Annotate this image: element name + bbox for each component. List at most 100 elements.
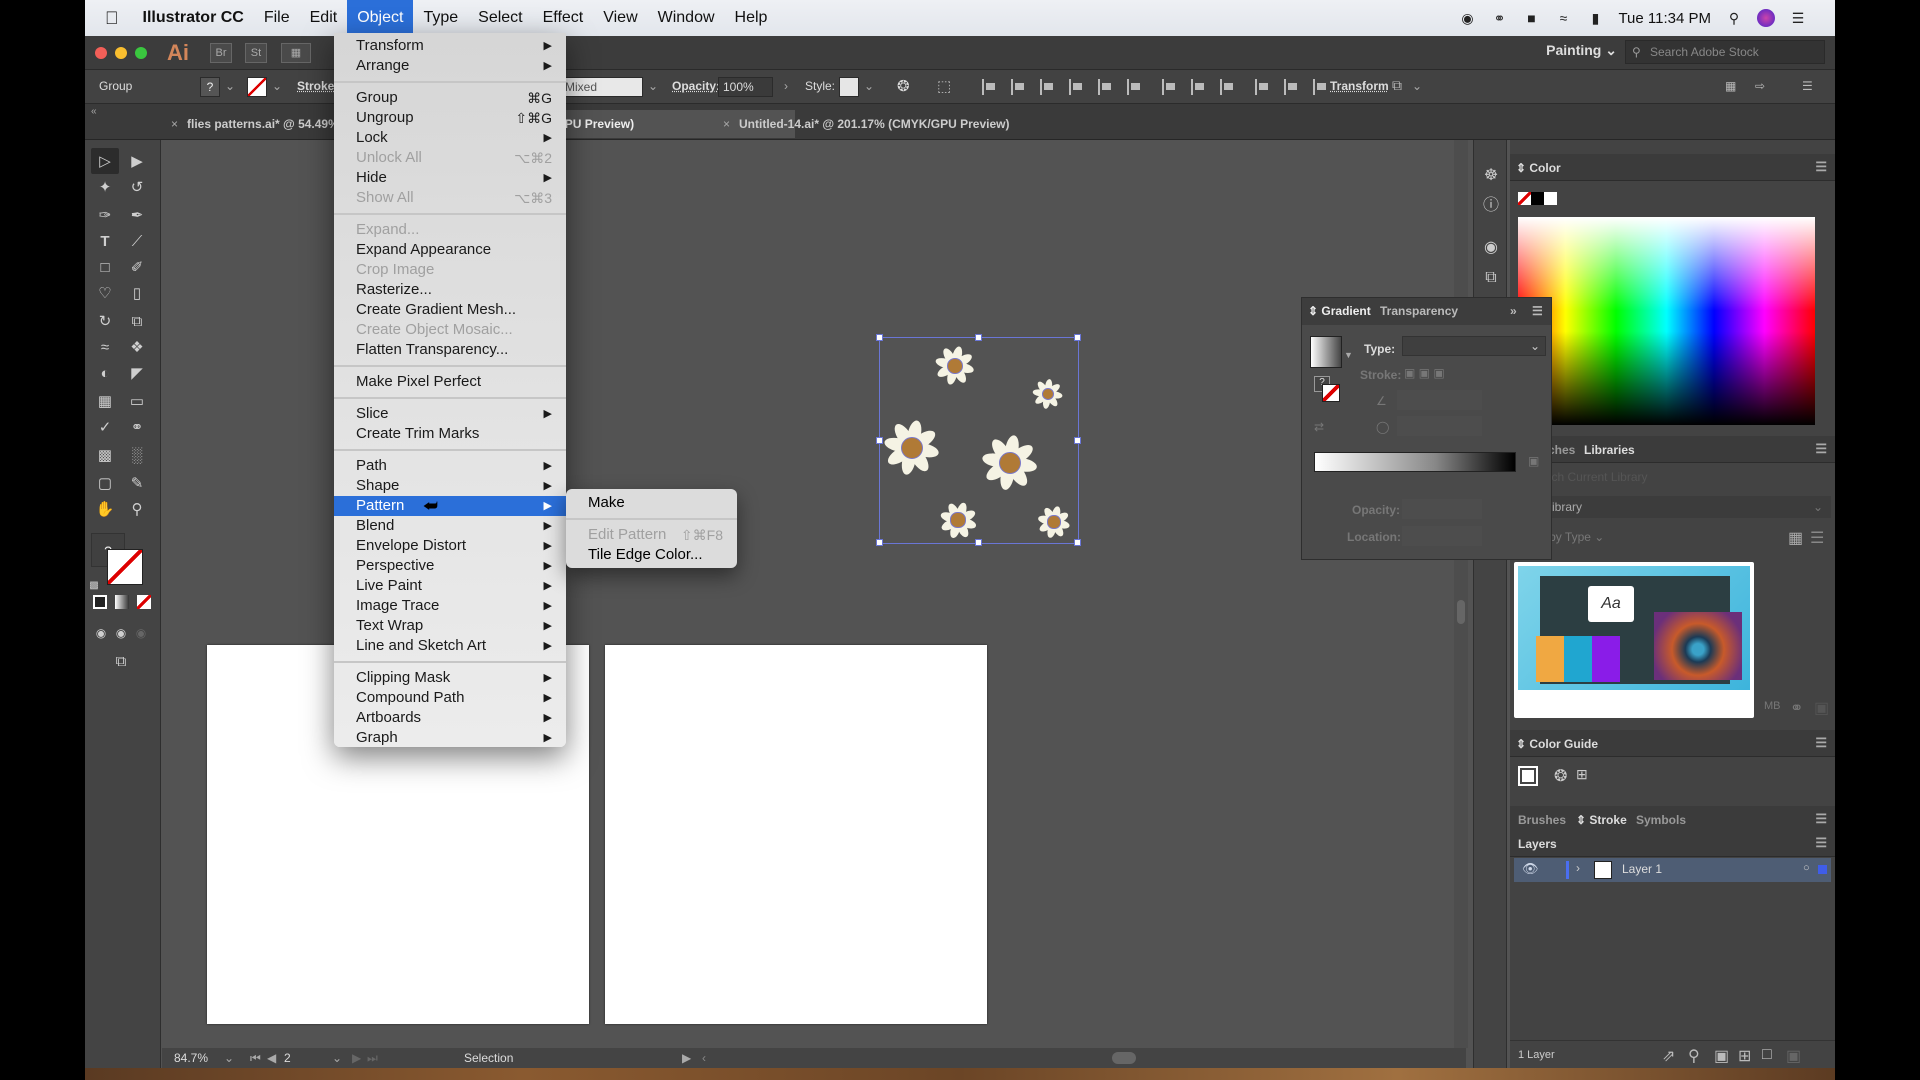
chevron-down-icon[interactable]: ⌄ (272, 79, 282, 93)
selection-handle[interactable] (1074, 436, 1081, 444)
opacity-field[interactable]: 100% (718, 77, 773, 97)
vertical-scrollbar[interactable] (1454, 140, 1468, 1048)
selection-handle[interactable] (1074, 539, 1081, 546)
menu-item-arrange[interactable]: Arrange ▶ (334, 56, 566, 76)
puppet-warp-tool-icon[interactable]: ❖ (123, 334, 151, 360)
tab-brushes[interactable]: Brushes (1518, 813, 1566, 827)
zoom-level-field[interactable]: 84.7% (174, 1051, 208, 1065)
arrange-documents-icon[interactable]: ▦ (281, 43, 311, 63)
close-tab-icon[interactable]: × (723, 110, 730, 138)
white-color-swatch[interactable] (1544, 192, 1557, 205)
properties-icon[interactable]: ☸ (1481, 166, 1501, 186)
menu-item-expand[interactable]: Expand... (334, 220, 566, 240)
selection-handle[interactable] (876, 539, 883, 546)
direct-selection-tool-icon[interactable]: ▶ (123, 148, 151, 174)
align-top-icon[interactable] (1069, 79, 1083, 95)
minimize-window-button[interactable] (115, 47, 127, 59)
horizontal-scrollbar-thumb[interactable] (1112, 1052, 1136, 1064)
last-artboard-icon[interactable]: ⏭ (367, 1051, 378, 1066)
menu-item-shape[interactable]: Shape ▶ (334, 476, 566, 496)
transform-panel-icon[interactable]: ⧉ (1481, 268, 1501, 288)
list-view-icon[interactable]: ☰ (1810, 528, 1824, 548)
clock[interactable]: Tue 11:34 PM (1618, 10, 1711, 27)
distribute-left-icon[interactable] (1255, 79, 1269, 95)
control-bar-menu-icon[interactable]: ☰ (1802, 79, 1813, 93)
library-onboarding-card[interactable]: Aa (1514, 562, 1754, 718)
expand-layer-icon[interactable]: › (1576, 861, 1580, 875)
recolor-artwork-icon[interactable]: ❂ (897, 77, 910, 95)
panel-menu-icon[interactable]: ☰ (1532, 304, 1543, 318)
zoom-tool-icon[interactable]: ⚲ (123, 496, 151, 522)
shape-builder-tool-icon[interactable]: ◐ (91, 360, 119, 386)
slice-tool-icon[interactable]: ✎ (123, 470, 151, 496)
gradient-type-dropdown[interactable]: ⌄ (1402, 336, 1546, 356)
stroke-indicator[interactable] (1322, 384, 1340, 402)
fill-swatch[interactable]: ? (200, 77, 220, 97)
perspective-grid-tool-icon[interactable]: ◤ (123, 360, 151, 386)
save-color-group-icon[interactable]: ⊞ (1576, 766, 1588, 783)
library-dropdown[interactable]: My Library ⌄ (1514, 496, 1831, 518)
arrange-grid-icon[interactable]: ▦ (1725, 79, 1736, 93)
siri-icon[interactable] (1757, 9, 1775, 27)
chevron-down-icon[interactable]: ▼ (1344, 350, 1353, 360)
spotlight-search-icon[interactable]: ⚲ (1725, 9, 1743, 27)
distribute-horizontal-center-icon[interactable] (1284, 79, 1298, 95)
menu-window[interactable]: Window (648, 0, 725, 36)
new-layer-icon[interactable]: □ (1762, 1046, 1772, 1064)
panel-menu-icon[interactable]: ☰ (1815, 159, 1827, 175)
chevron-down-icon[interactable]: ⌄ (225, 79, 235, 93)
chevron-down-icon[interactable]: ⌄ (332, 1051, 342, 1065)
align-vertical-center-icon[interactable] (1098, 79, 1112, 95)
scrollbar-thumb[interactable] (1457, 600, 1465, 624)
menu-item-pattern[interactable]: Pattern ▶ (334, 496, 566, 516)
info-icon[interactable]: ⓘ (1481, 196, 1501, 216)
tab-libraries[interactable]: Libraries (1584, 443, 1635, 457)
align-to-selection-icon[interactable]: ⬚ (937, 77, 951, 95)
curvature-tool-icon[interactable]: ✒ (123, 202, 151, 228)
panel-layout-icon[interactable]: ⇨ (1755, 79, 1765, 93)
align-horizontal-center-icon[interactable] (1011, 79, 1025, 95)
new-sublayer-icon[interactable]: ⊞ (1738, 1046, 1751, 1066)
locate-object-icon[interactable]: ⚲ (1688, 1046, 1700, 1066)
menu-item-slice[interactable]: Slice ▶ (334, 404, 566, 424)
menu-item-live-paint[interactable]: Live Paint ▶ (334, 576, 566, 596)
menu-item-lock[interactable]: Lock ▶ (334, 128, 566, 148)
backup-icon[interactable]: ■ (1522, 9, 1540, 27)
menu-item-create-trim-marks[interactable]: Create Trim Marks (334, 424, 566, 444)
panel-menu-icon[interactable]: ☰ (1815, 735, 1827, 751)
selection-handle[interactable] (1074, 334, 1081, 341)
close-tab-icon[interactable]: × (171, 110, 178, 138)
color-guide-title[interactable]: ⇕ Color Guide (1516, 737, 1598, 751)
menu-item-crop-image[interactable]: Crop Image (334, 260, 566, 280)
current-tool-label[interactable]: Selection (464, 1051, 513, 1065)
library-search-input[interactable]: ⚲ Search Current Library (1514, 470, 1831, 492)
distribute-top-icon[interactable] (1162, 79, 1176, 95)
collapse-toolbar-icon[interactable]: « (91, 106, 97, 117)
gradient-thumbnail[interactable] (1310, 336, 1342, 368)
delete-layer-icon[interactable]: ▣ (1786, 1046, 1801, 1066)
stroke-gradient-options-icon[interactable]: ▣ ▣ ▣ (1404, 366, 1445, 380)
menu-item-create-gradient-mesh[interactable]: Create Gradient Mesh... (334, 300, 566, 320)
chevron-down-icon[interactable]: ⌄ (648, 79, 658, 93)
column-graph-tool-icon[interactable]: ░ (123, 442, 151, 468)
layer-row[interactable]: 👁 › Layer 1 ○ (1514, 858, 1831, 882)
status-menu-arrow-icon[interactable]: ▶ (682, 1051, 691, 1065)
menu-file[interactable]: File (254, 0, 300, 36)
menu-item-transform[interactable]: Transform ▶ (334, 36, 566, 56)
appearance-icon[interactable]: ◉ (1481, 238, 1501, 258)
panel-menu-icon[interactable]: ☰ (1815, 441, 1827, 457)
menu-item-show-all[interactable]: Show All ⌥⌘3 (334, 188, 566, 208)
chevron-down-icon[interactable]: ⌄ (1412, 79, 1422, 93)
tab-untitled-14[interactable]: × Untitled-14.ai* @ 201.17% (CMYK/GPU Pre… (717, 110, 1137, 138)
creative-cloud-sync-icon[interactable]: ⚭ (1790, 698, 1803, 718)
selection-handle[interactable] (876, 334, 883, 341)
selection-tool-icon[interactable]: ▷ (91, 148, 119, 174)
symbol-sprayer-tool-icon[interactable]: ▩ (91, 442, 119, 468)
aspect-ratio-field[interactable] (1397, 416, 1482, 436)
rectangle-tool-icon[interactable]: □ (91, 254, 119, 280)
align-right-icon[interactable] (1040, 79, 1054, 95)
stroke-label[interactable]: Stroke: (297, 79, 338, 93)
panel-menu-icon[interactable]: ☰ (1815, 835, 1827, 851)
next-artboard-icon[interactable]: ▶ (352, 1051, 361, 1065)
distribute-bottom-icon[interactable] (1220, 79, 1234, 95)
